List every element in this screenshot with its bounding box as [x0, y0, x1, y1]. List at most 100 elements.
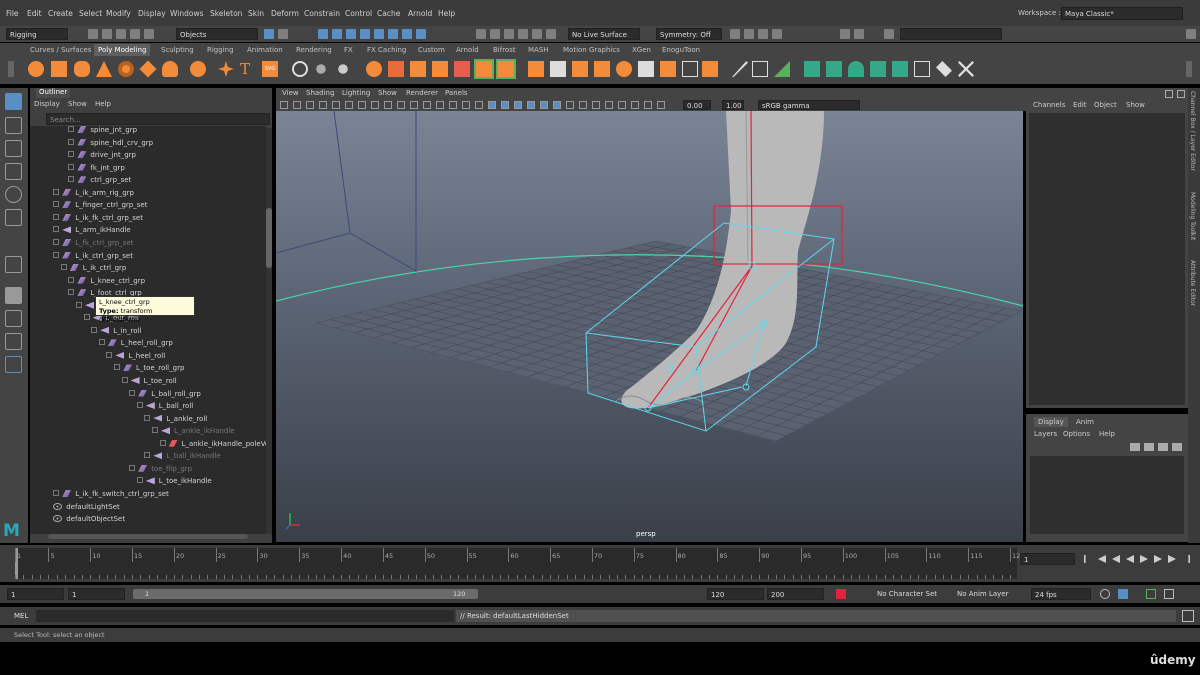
viewport-menu-panels[interactable]: Panels	[445, 89, 468, 97]
viewport-toolbar-icon[interactable]	[618, 101, 626, 109]
shelf-tab-rendering[interactable]: Rendering	[296, 46, 332, 54]
viewport-toolbar-icon[interactable]	[514, 101, 522, 109]
sidebar-toggle-icon[interactable]	[884, 29, 894, 39]
poly-sphere-icon[interactable]	[28, 61, 44, 77]
select-render-icon[interactable]	[388, 29, 398, 39]
shelf-tab-mash[interactable]: MASH	[528, 46, 549, 54]
render-ipr-icon[interactable]	[744, 29, 754, 39]
reduce-icon[interactable]	[338, 64, 348, 74]
new-scene-icon[interactable]	[88, 29, 98, 39]
uv-automatic-icon[interactable]	[870, 61, 886, 77]
outliner-item[interactable]: defaultObjectSet	[53, 515, 125, 527]
step-forward-key-icon[interactable]	[1168, 555, 1176, 563]
viewport-toolbar-icon[interactable]	[384, 101, 392, 109]
move-layer-down-icon[interactable]	[1144, 443, 1154, 451]
open-scene-icon[interactable]	[102, 29, 112, 39]
viewport-menu-view[interactable]: View	[282, 89, 299, 97]
viewport-toolbar-icon[interactable]	[527, 101, 535, 109]
lasso-tool-icon[interactable]	[5, 117, 22, 134]
play-render-icon[interactable]	[840, 29, 850, 39]
outliner-item[interactable]: L_knee_ctrl_grp	[68, 276, 145, 289]
expand-toggle[interactable]	[129, 464, 136, 471]
viewport-toolbar-icon[interactable]	[657, 101, 665, 109]
step-back-key-icon[interactable]	[1098, 555, 1106, 563]
viewport-toolbar-icon[interactable]	[306, 101, 314, 109]
expand-toggle[interactable]	[114, 364, 120, 371]
menu-arnold[interactable]: Arnold	[408, 9, 432, 18]
playback-options-icon[interactable]	[1164, 589, 1174, 599]
shelf-menu-icon[interactable]	[8, 61, 14, 77]
script-editor-icon[interactable]	[1182, 610, 1194, 622]
viewport-toolbar-icon[interactable]	[410, 101, 418, 109]
command-input-field[interactable]	[900, 28, 1002, 40]
viewport-menu-show[interactable]: Show	[378, 89, 397, 97]
outliner-item[interactable]: L_finger_ctrl_grp_set	[53, 201, 147, 213]
outliner-item[interactable]: spine_hdl_crv_grp	[68, 138, 153, 151]
go-to-start-icon[interactable]	[1084, 555, 1086, 563]
outliner-item[interactable]: defaultLightSet	[53, 502, 120, 515]
menu-skin[interactable]: Skin	[248, 9, 264, 18]
viewport-menu-shading[interactable]: Shading	[306, 89, 334, 97]
viewport-toolbar-icon[interactable]	[579, 101, 587, 109]
select-surface-icon[interactable]	[346, 29, 356, 39]
expand-toggle[interactable]	[159, 439, 166, 446]
sound-icon[interactable]	[1146, 589, 1156, 599]
outliner-menu-help[interactable]: Help	[95, 100, 111, 108]
viewport-toolbar-icon[interactable]	[553, 101, 561, 109]
expand-toggle[interactable]	[68, 276, 75, 283]
collapse-icon[interactable]	[638, 61, 654, 77]
playback-end-field[interactable]: 120	[707, 588, 764, 600]
undo-icon[interactable]	[130, 29, 140, 39]
move-layer-up-icon[interactable]	[1130, 443, 1140, 451]
range-slider[interactable]: 1 120	[133, 589, 478, 599]
float-icon[interactable]	[1177, 90, 1185, 98]
channel-menu-channels[interactable]: Channels	[1033, 101, 1065, 109]
menuset-select[interactable]: Rigging	[6, 28, 68, 40]
expand-toggle[interactable]	[83, 314, 90, 321]
scroll-thumb[interactable]	[266, 208, 272, 268]
outliner-item[interactable]: L_toe_roll	[121, 377, 177, 389]
shelf-tab-curves-surfaces[interactable]: Curves / Surfaces	[30, 46, 91, 54]
shelf-tab-xgen[interactable]: XGen	[632, 46, 651, 54]
expand-toggle[interactable]	[53, 238, 60, 245]
shelf-tab-enogutoon[interactable]: EnoguToon	[662, 46, 700, 54]
select-curve-icon[interactable]	[332, 29, 342, 39]
offset-loop-icon[interactable]	[774, 61, 790, 77]
outliner-item[interactable]: spine_jnt_grp	[68, 126, 137, 138]
expand-toggle[interactable]	[68, 176, 75, 183]
uv-cylindrical-icon[interactable]	[848, 61, 864, 77]
shelf-tab-poly-modeling[interactable]: Poly Modeling	[94, 44, 151, 56]
expand-toggle[interactable]	[53, 188, 60, 195]
hypershade-icon[interactable]	[772, 29, 782, 39]
expand-toggle[interactable]	[68, 163, 75, 170]
uv-cut-icon[interactable]	[958, 61, 974, 77]
symmetry-select[interactable]: Symmetry: Off	[656, 28, 722, 40]
viewport-toolbar-icon[interactable]	[449, 101, 457, 109]
menu-edit[interactable]: Edit	[27, 9, 42, 18]
smooth-icon[interactable]	[316, 64, 326, 74]
expand-toggle[interactable]	[68, 289, 75, 296]
viewport-toolbar-icon[interactable]	[319, 101, 327, 109]
outliner-item[interactable]: L_ankle_roll	[144, 414, 207, 427]
current-frame-field[interactable]: 1	[1020, 553, 1075, 565]
viewport-toolbar-icon[interactable]	[332, 101, 340, 109]
poly-cone-icon[interactable]	[96, 61, 112, 77]
expand-toggle[interactable]	[68, 138, 75, 145]
single-view-icon[interactable]	[5, 287, 22, 304]
outliner-menu-display[interactable]: Display	[34, 100, 60, 108]
new-layer-selected-icon[interactable]	[1172, 443, 1182, 451]
channel-menu-object[interactable]: Object	[1094, 101, 1117, 109]
menu-cache[interactable]: Cache	[377, 9, 400, 18]
viewport-toolbar-icon[interactable]	[436, 101, 444, 109]
viewport-toolbar-icon[interactable]	[501, 101, 509, 109]
shelf-tab-animation[interactable]: Animation	[247, 46, 283, 54]
uv-planar-icon[interactable]	[826, 61, 842, 77]
color-space-select[interactable]: sRGB gamma	[758, 100, 860, 110]
play-forward-icon[interactable]	[1140, 555, 1148, 563]
fill-hole-icon[interactable]	[572, 61, 588, 77]
expand-toggle[interactable]	[144, 414, 151, 421]
expand-toggle[interactable]	[106, 351, 113, 358]
workspace-select[interactable]: Maya Classic*	[1061, 7, 1183, 20]
viewport-toolbar-icon[interactable]	[423, 101, 431, 109]
shelf-tab-fx[interactable]: FX	[344, 46, 353, 54]
